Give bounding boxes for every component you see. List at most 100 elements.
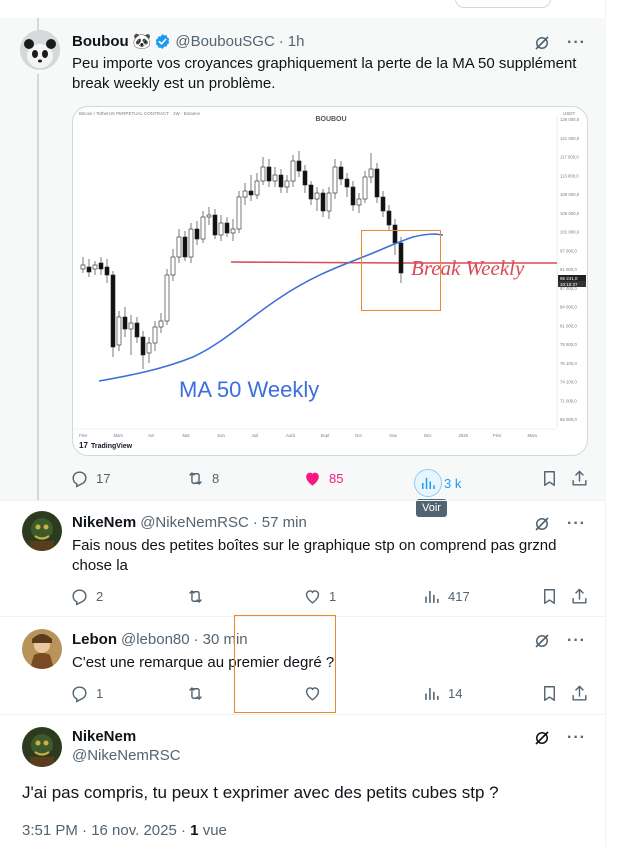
author-name[interactable]: NikeNem [72,514,136,531]
bookmark-button[interactable] [540,587,559,606]
chart-image[interactable]: Bitcoin / TetherUS PERPETUAL CONTRACT · … [72,106,588,456]
views-count: 417 [448,589,470,604]
author-name[interactable]: Boubou [72,33,129,50]
post-header: Boubou 🐼 @BoubouSGC · 1h [72,32,305,51]
views-button[interactable]: 14 [422,684,462,703]
chart-highlight-box [361,230,441,311]
candle-body [362,176,368,200]
reply-button[interactable]: 2 [70,587,103,606]
repost-button[interactable] [186,684,205,703]
views-button[interactable]: 3 k [414,469,462,497]
price-tick-label: 126 000,0 [560,117,580,122]
post-time[interactable]: 57 min [262,514,307,531]
views-button[interactable]: 417 [422,587,470,606]
ma50-annotation: MA 50 Weekly [179,377,319,402]
price-tick-label: 81 000,0 [560,323,577,328]
candle-body [230,228,236,234]
post-top-actions: ··· [533,34,586,52]
candle-body [296,160,302,172]
avatar-lebon[interactable] [22,629,62,669]
price-tick-label: 117 000,0 [560,155,579,160]
candle-body [104,266,110,276]
candle-body [152,326,158,344]
repost-count: 8 [212,471,220,486]
more-options-icon[interactable]: ··· [567,729,586,747]
candle-body [98,262,104,270]
time-tick-label: Juil [252,433,258,438]
views-count: 3 k [444,475,462,491]
candle-body [326,192,332,212]
verified-badge-icon [156,33,170,49]
like-button[interactable]: 85 [303,469,343,488]
nikenem-avatar-image [22,727,62,767]
focused-post-nikenem[interactable]: NikeNem @NikeNemRSC ··· J'ai pas compris… [0,714,606,846]
candle-body [374,168,380,198]
author-handle[interactable]: @NikeNemRSC [140,514,249,531]
bookmark-icon [544,686,555,701]
more-options-icon[interactable]: ··· [567,515,586,533]
reply-post-nikenem[interactable]: NikeNem @NikeNemRSC · 57 min ··· Fais no… [0,500,606,616]
chart-watermark: BOUBOU [315,116,346,123]
bookmark-button[interactable] [540,684,559,703]
grok-icon[interactable] [533,632,551,650]
share-button[interactable] [570,469,589,488]
time-tick-label: 2026 [459,433,469,438]
repost-button[interactable] [186,587,205,606]
time-tick-label: Mars [114,433,124,438]
candle-body [86,266,92,273]
candle-body [116,316,122,346]
post-date[interactable]: 3:51 PM · 16 nov. 2025 [22,822,177,839]
grok-icon[interactable] [533,34,551,52]
post-top-actions: ··· [533,729,586,747]
like-button[interactable]: 1 [303,587,336,606]
repost-icon [189,687,202,700]
main-post[interactable]: Boubou 🐼 @BoubouSGC · 1h ··· Peu importe… [0,18,606,500]
repost-button[interactable]: 8 [186,469,219,488]
candle-body [80,264,86,270]
more-options-icon[interactable]: ··· [567,34,586,52]
repost-icon [189,472,202,485]
candle-body [146,342,152,354]
price-tick-label: 84 000,0 [560,305,577,310]
candle-body [332,166,338,194]
price-axis-ticks: 126 000,0 121 000,0 117 000,0 113 000,0 109 … [560,117,580,422]
time-tick-label: Févr [493,433,502,438]
price-tick-label: 71 000,0 [560,398,577,403]
avatar-boubou[interactable] [20,30,60,70]
bookmark-button[interactable] [540,469,559,488]
post-top-actions: ··· [533,515,586,533]
post-meta: 3:51 PM · 16 nov. 2025 · 1 vue [22,822,227,839]
bookmark-icon [544,471,555,486]
candle-body [218,222,224,236]
grok-icon[interactable] [533,515,551,533]
avatar-nikenem[interactable] [22,511,62,551]
candle-body [194,228,200,240]
post-time[interactable]: 1h [288,33,305,50]
price-tick-label: 78 500,0 [560,342,577,347]
author-handle[interactable]: @NikeNemRSC [72,747,181,764]
share-button[interactable] [570,684,589,703]
author-name[interactable]: NikeNem [72,728,181,745]
bookmark-icon [544,589,555,604]
candle-body [236,196,242,230]
reply-button[interactable]: 17 [70,469,110,488]
more-options-icon[interactable]: ··· [567,632,586,650]
share-button[interactable] [570,587,589,606]
post-header: NikeNem @NikeNemRSC · 57 min [72,514,307,531]
share-icon [572,470,587,486]
candle-body [284,180,290,188]
author-name[interactable]: Lebon [72,631,117,648]
candle-body [350,186,356,206]
candle-body [272,174,278,182]
chart-header-text: Bitcoin / TetherUS PERPETUAL CONTRACT · … [79,111,200,116]
candle-body [188,228,194,258]
views-count: 1 [190,822,199,839]
avatar-nikenem-focused[interactable] [22,727,62,767]
time-tick-label: Août [286,433,296,438]
time-tick-label: Juin [217,433,225,438]
reply-button[interactable]: 1 [70,684,103,703]
grok-icon[interactable] [533,729,551,747]
candle-body [212,214,218,236]
author-handle[interactable]: @BoubouSGC [175,33,274,50]
author-handle[interactable]: @lebon80 [121,631,190,648]
